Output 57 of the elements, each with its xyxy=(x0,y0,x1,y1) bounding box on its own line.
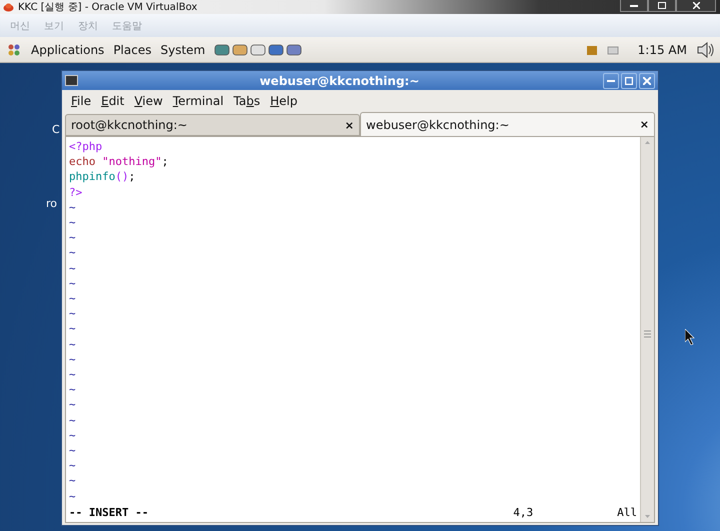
menu-item[interactable]: Tabs xyxy=(228,94,266,108)
menu-item[interactable]: Edit xyxy=(96,94,130,108)
panel-menu[interactable]: Applications xyxy=(31,42,104,56)
close-icon xyxy=(692,2,700,9)
empty-line-marker: ~ xyxy=(69,230,77,246)
terminal-icon xyxy=(65,75,78,86)
code-line: ?> xyxy=(69,184,84,200)
empty-line-marker: ~ xyxy=(69,291,77,306)
terminal-tab[interactable]: webuser@kkcnothing:~ × xyxy=(360,112,655,136)
empty-line-marker: ~ xyxy=(69,443,77,458)
empty-line-marker: ~ xyxy=(69,336,77,352)
grip-icon xyxy=(644,330,651,338)
menu-item[interactable]: Help xyxy=(265,94,303,108)
empty-line-marker: ~ xyxy=(69,397,77,413)
panel-menu[interactable]: Places xyxy=(113,42,152,56)
desktop-icon-label[interactable]: C xyxy=(52,123,60,136)
speaker-icon[interactable] xyxy=(696,42,714,58)
terminal-tab[interactable]: root@kkcnothing:~ × xyxy=(65,114,360,136)
panel-menu[interactable]: System xyxy=(160,42,206,56)
window-title: KKC [실행 중] - Oracle VM VirtualBox xyxy=(18,1,198,14)
empty-line-marker: ~ xyxy=(69,428,77,444)
desktop-icon-label[interactable]: ro xyxy=(46,197,58,210)
code-line: echo "nothing"; xyxy=(69,154,170,170)
empty-line-marker: ~ xyxy=(69,458,77,474)
empty-line-marker: ~ xyxy=(69,382,77,398)
menu-item[interactable]: Terminal xyxy=(168,94,229,108)
menu-item[interactable]: View xyxy=(129,94,168,108)
empty-line-marker: ~ xyxy=(69,488,77,504)
empty-line-marker: ~ xyxy=(69,412,77,428)
empty-line-marker: ~ xyxy=(69,260,77,276)
empty-line-marker: ~ xyxy=(69,215,77,230)
empty-line-marker: ~ xyxy=(69,473,77,489)
empty-line-marker: ~ xyxy=(69,321,77,337)
menu-item[interactable]: File xyxy=(66,94,96,108)
window-title: webuser@kkcnothing:~ xyxy=(258,74,420,88)
app-icon xyxy=(3,2,14,12)
maximize-icon xyxy=(625,76,633,84)
scroll-position: All xyxy=(617,504,637,520)
close-icon xyxy=(643,76,651,84)
empty-line-marker: ~ xyxy=(69,306,77,322)
mode-indicator: -- INSERT -- xyxy=(69,504,148,520)
empty-line-marker: ~ xyxy=(69,200,77,216)
code-line: phpinfo(); xyxy=(69,169,136,185)
empty-line-marker: ~ xyxy=(69,352,77,368)
empty-line-marker: ~ xyxy=(69,245,77,261)
empty-line-marker: ~ xyxy=(69,367,77,382)
code-line: <?php xyxy=(69,139,104,154)
empty-line-marker: ~ xyxy=(69,276,77,292)
maximize-icon xyxy=(658,2,666,9)
maximize-button[interactable] xyxy=(648,0,676,12)
clock[interactable]: 1:15 AM xyxy=(638,42,687,56)
minimize-icon xyxy=(607,80,615,82)
cursor-icon xyxy=(685,329,695,345)
minimize-button[interactable] xyxy=(620,0,648,12)
minimize-icon xyxy=(630,4,638,6)
close-button[interactable] xyxy=(676,0,716,12)
cursor-position: 4,3 xyxy=(513,504,534,520)
